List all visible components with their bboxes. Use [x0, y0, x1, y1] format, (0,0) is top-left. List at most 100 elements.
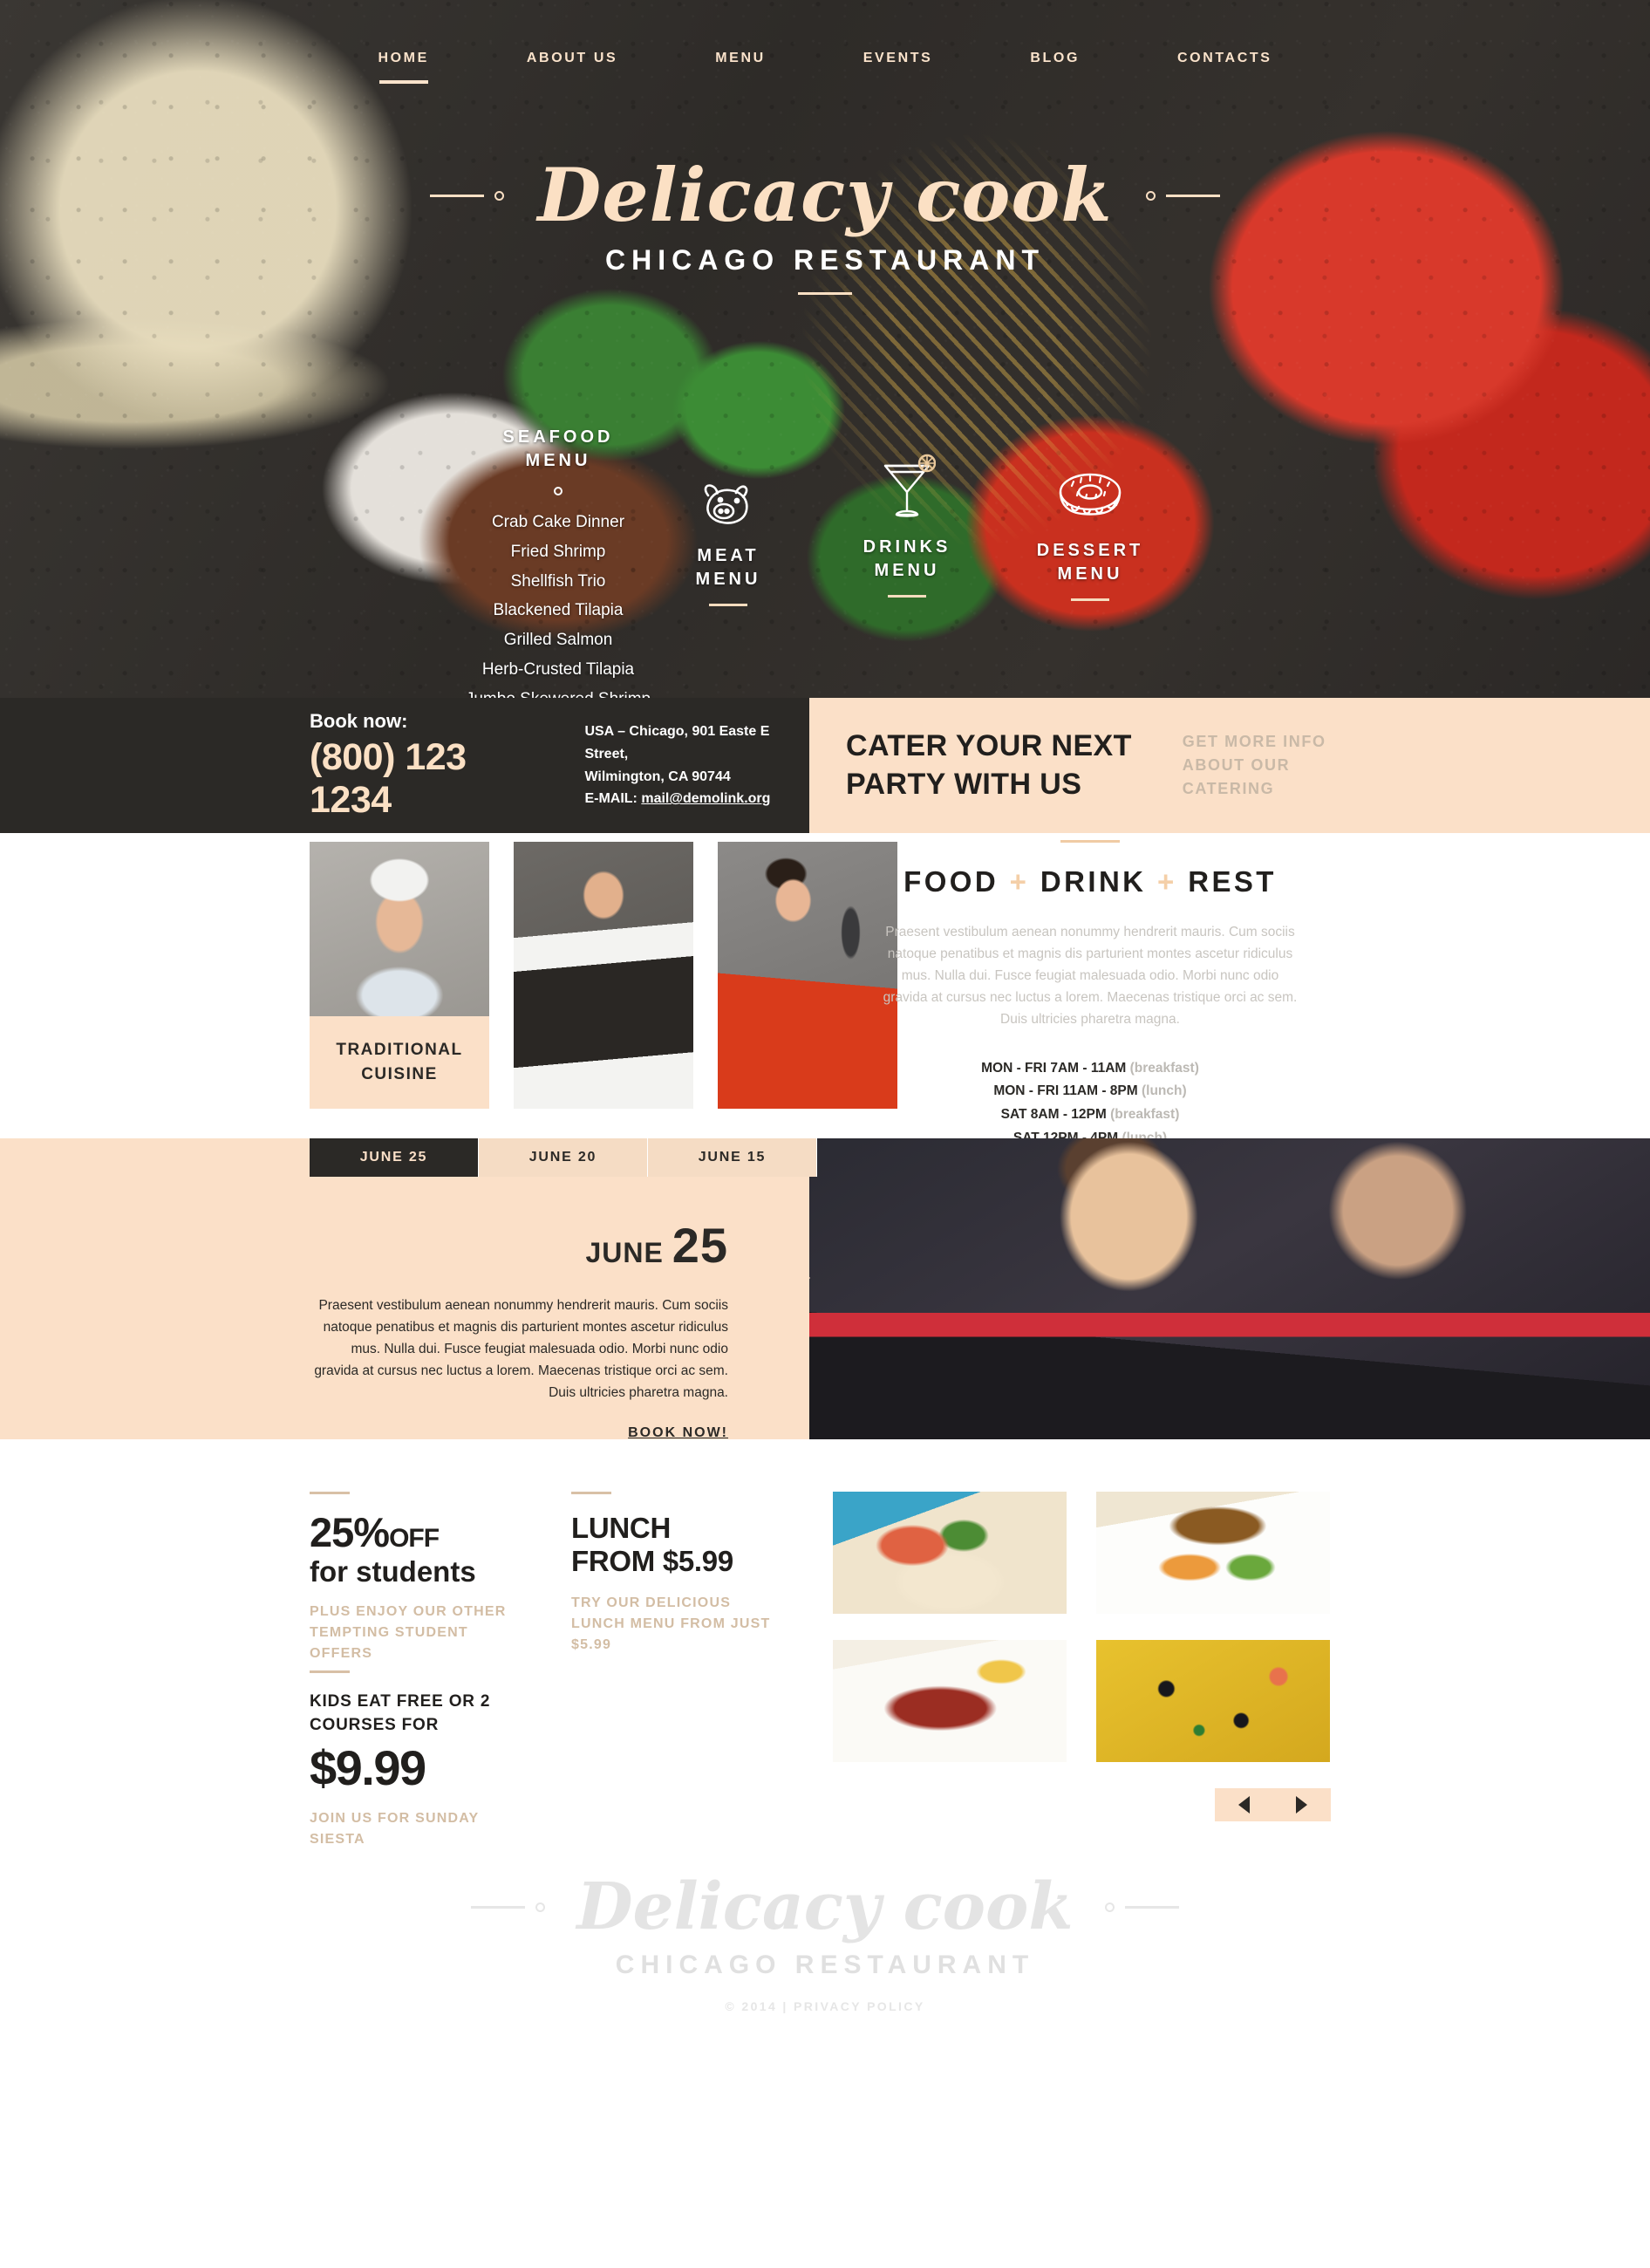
seafood-circle-icon — [554, 487, 562, 495]
pig-icon — [704, 484, 748, 524]
offer-kids[interactable]: KIDS EAT FREE OR 2 COURSES FOR $9.99 JOI… — [310, 1670, 528, 1850]
site-logo[interactable]: Delicacy cook CHICAGO RESTAURANT — [0, 152, 1650, 296]
hours-range: MON - FRI 7AM - 11AM — [981, 1060, 1127, 1076]
phone-number[interactable]: (800) 123 1234 — [310, 736, 549, 822]
gallery-photo[interactable] — [1096, 1492, 1330, 1614]
hero-menu-meat[interactable]: MEAT MENU — [654, 480, 802, 606]
nav-item-events[interactable]: EVENTS — [815, 51, 982, 66]
seafood-item[interactable]: Herb-Crusted Tilapia — [419, 655, 698, 685]
tab-june-25[interactable]: JUNE 25 — [310, 1138, 479, 1177]
event-month: JUNE — [585, 1237, 664, 1268]
catering-subtext: GET MORE INFO ABOUT OUR CATERING — [1182, 733, 1326, 797]
chef-photo — [310, 842, 489, 1016]
about-heading: FOOD + DRINK + REST — [903, 865, 1277, 898]
logo-script-text: Delicacy cook — [537, 152, 1113, 238]
catering-panel[interactable]: CATER YOUR NEXT PARTY WITH US GET MORE I… — [809, 698, 1650, 833]
booking-bar: Book now: (800) 123 1234 USA – Chicago, … — [0, 698, 1650, 833]
email-link[interactable]: mail@demolink.org — [641, 791, 770, 806]
drinks-underline-icon — [888, 595, 926, 598]
gallery-photo[interactable] — [1096, 1640, 1330, 1762]
events-tab-list[interactable]: JUNE 25 JUNE 20 JUNE 15 — [310, 1138, 817, 1177]
team-photo-group: TRADITIONAL CUISINE — [310, 842, 897, 1109]
booking-contact-panel: Book now: (800) 123 1234 USA – Chicago, … — [0, 698, 809, 833]
prev-arrow-icon[interactable] — [1238, 1796, 1250, 1814]
seafood-item[interactable]: Jumbo Skewered Shrimp — [419, 685, 698, 698]
logo-circle-left-icon — [494, 190, 505, 201]
hours-tag: (lunch) — [1142, 1083, 1187, 1099]
about-text-block: FOOD + DRINK + REST Praesent vestibulum … — [881, 840, 1299, 1183]
hero-banner: HOME ABOUT US MENU EVENTS BLOG CONTACTS … — [0, 0, 1650, 698]
food-gallery — [833, 1492, 1330, 1762]
hours-range: MON - FRI 11AM - 8PM — [993, 1083, 1138, 1099]
meat-underline-icon — [709, 604, 747, 606]
gallery-photo[interactable] — [833, 1640, 1067, 1762]
email-label: E-MAIL: — [584, 791, 638, 807]
logo-subtitle: CHICAGO RESTAURANT — [604, 244, 1046, 277]
seafood-menu-title: SEAFOOD MENU — [502, 427, 614, 470]
footer-copyright[interactable]: © 2014 | PRIVACY POLICY — [0, 1999, 1650, 2013]
footer-logo[interactable]: Delicacy cook — [0, 1869, 1650, 1944]
meat-menu-title: MEAT MENU — [695, 546, 761, 589]
gallery-carousel-nav[interactable] — [1215, 1788, 1331, 1821]
kids-headline: KIDS EAT FREE OR 2 COURSES FOR — [310, 1692, 491, 1734]
event-detail: JUNE 25 Praesent vestibulum aenean nonum… — [310, 1217, 728, 1446]
seafood-item[interactable]: Grilled Salmon — [419, 625, 698, 655]
address-line-2: Wilmington, CA 90744 — [584, 769, 731, 784]
logo-underline-icon — [798, 292, 852, 296]
hours-row: MON - FRI 7AM - 11AM (breakfast) — [881, 1057, 1299, 1081]
donut-icon — [1059, 473, 1122, 516]
tab-june-20[interactable]: JUNE 20 — [479, 1138, 648, 1177]
gallery-photo[interactable] — [833, 1492, 1067, 1614]
address-line-1: USA – Chicago, 901 Easte E Street, — [584, 723, 770, 762]
traditional-cuisine-caption: TRADITIONAL CUISINE — [310, 1016, 489, 1109]
offer-divider-icon — [571, 1492, 611, 1494]
address-block: USA – Chicago, 901 Easte E Street, Wilmi… — [584, 721, 809, 811]
catering-heading: CATER YOUR NEXT PARTY WITH US — [846, 728, 1132, 801]
event-date: JUNE 25 — [310, 1217, 728, 1274]
hero-menu-drinks[interactable]: DRINKS MENU — [833, 452, 981, 598]
team-card-singer[interactable] — [718, 842, 897, 1109]
waiter-photo — [514, 842, 693, 1109]
lunch-note: TRY OUR DELICIOUS LUNCH MENU FROM JUST $… — [571, 1595, 771, 1652]
team-card-chef[interactable]: TRADITIONAL CUISINE — [310, 842, 489, 1109]
nav-item-contacts[interactable]: CONTACTS — [1128, 51, 1321, 66]
offer-divider-icon — [310, 1670, 350, 1673]
footer-dash-right-icon — [1124, 1906, 1179, 1909]
main-navigation[interactable]: HOME ABOUT US MENU EVENTS BLOG CONTACTS — [0, 51, 1650, 66]
hero-texture-overlay — [0, 0, 1650, 698]
about-top-divider-icon — [1060, 840, 1120, 843]
singer-photo — [718, 842, 897, 1109]
footer-subtitle: CHICAGO RESTAURANT — [615, 1950, 1035, 1979]
tab-june-15[interactable]: JUNE 15 — [648, 1138, 817, 1177]
event-paragraph: Praesent vestibulum aenean nonummy hendr… — [314, 1298, 728, 1401]
team-card-waiter[interactable] — [514, 842, 693, 1109]
hours-tag: (breakfast) — [1129, 1060, 1199, 1076]
footer-logo-script: Delicacy cook — [576, 1869, 1074, 1944]
events-content-panel: JUNE 25 JUNE 20 JUNE 15 JUNE 25 Praesent… — [0, 1138, 817, 1446]
cocktail-icon — [883, 454, 936, 517]
footer-circle-right-icon — [1104, 1903, 1115, 1913]
hours-row: MON - FRI 11AM - 8PM (lunch) — [881, 1080, 1299, 1103]
students-subheadline: for students — [310, 1555, 476, 1588]
nav-item-blog[interactable]: BLOG — [981, 51, 1128, 66]
footer-dash-left-icon — [471, 1906, 526, 1909]
hours-range: SAT 8AM - 12PM — [1000, 1106, 1107, 1122]
about-paragraph: Praesent vestibulum aenean nonummy hendr… — [883, 925, 1298, 1028]
dessert-menu-title: DESSERT MENU — [1036, 541, 1144, 584]
offer-lunch[interactable]: LUNCH FROM $5.99 TRY OUR DELICIOUS LUNCH… — [571, 1492, 789, 1656]
event-day: 25 — [672, 1218, 728, 1273]
site-footer: Delicacy cook CHICAGO RESTAURANT © 2014 … — [0, 1849, 1650, 2094]
logo-dash-left-icon — [430, 194, 485, 197]
hero-menu-dessert[interactable]: DESSERT MENU — [1012, 469, 1169, 601]
logo-dash-right-icon — [1165, 194, 1220, 197]
nav-item-home[interactable]: HOME — [329, 51, 477, 66]
students-note: PLUS ENJOY OUR OTHER TEMPTING STUDENT OF… — [310, 1604, 507, 1662]
offer-students[interactable]: 25%OFF for students PLUS ENJOY OUR OTHER… — [310, 1492, 528, 1664]
logo-circle-right-icon — [1145, 190, 1156, 201]
next-arrow-icon[interactable] — [1296, 1796, 1308, 1814]
email-row: E-MAIL: mail@demolink.org — [584, 788, 809, 810]
nav-item-menu[interactable]: MENU — [666, 51, 815, 66]
kids-note: JOIN US FOR SUNDAY SIESTA — [310, 1810, 480, 1847]
nav-item-about-us[interactable]: ABOUT US — [478, 51, 666, 66]
about-section: TRADITIONAL CUISINE FOOD + DRINK + REST P… — [0, 833, 1650, 1183]
